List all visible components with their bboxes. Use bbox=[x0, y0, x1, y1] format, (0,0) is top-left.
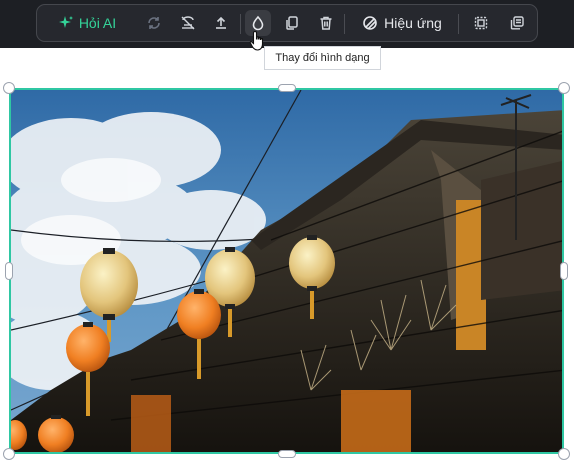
duplicate-button[interactable] bbox=[279, 10, 305, 36]
ask-ai-button[interactable]: Hỏi AI bbox=[51, 10, 123, 36]
toolbar-separator bbox=[240, 14, 241, 34]
image-toolbar: Hỏi AI Hiệu ứng bbox=[36, 4, 538, 42]
delete-button[interactable] bbox=[313, 10, 339, 36]
effects-icon bbox=[362, 15, 378, 31]
resize-handle-top[interactable] bbox=[278, 84, 296, 92]
resize-handle-bottom[interactable] bbox=[278, 450, 296, 458]
hand-cursor-icon bbox=[249, 30, 267, 57]
remove-background-button[interactable] bbox=[175, 10, 201, 36]
selected-image[interactable] bbox=[9, 88, 564, 454]
ask-ai-label: Hỏi AI bbox=[78, 15, 117, 31]
toolbar-separator bbox=[344, 14, 345, 34]
sparkle-icon bbox=[58, 15, 74, 31]
crop-button[interactable] bbox=[468, 10, 494, 36]
resize-handle-right[interactable] bbox=[560, 262, 568, 280]
regenerate-icon bbox=[146, 15, 162, 31]
resize-handle-bottom-right[interactable] bbox=[558, 448, 570, 460]
effects-label: Hiệu ứng bbox=[384, 15, 442, 31]
remove-background-icon bbox=[180, 15, 196, 31]
layer-icon bbox=[509, 15, 525, 31]
regenerate-button[interactable] bbox=[141, 10, 167, 36]
upload-icon bbox=[213, 15, 229, 31]
effects-button[interactable]: Hiệu ứng bbox=[355, 10, 449, 36]
upload-button[interactable] bbox=[208, 10, 234, 36]
resize-handle-top-right[interactable] bbox=[558, 82, 570, 94]
crop-icon bbox=[473, 15, 489, 31]
resize-handle-bottom-left[interactable] bbox=[3, 448, 15, 460]
layer-button[interactable] bbox=[504, 10, 530, 36]
delete-icon bbox=[318, 15, 334, 31]
duplicate-icon bbox=[284, 15, 300, 31]
toolbar-separator bbox=[458, 14, 459, 34]
shape-drop-icon bbox=[250, 15, 266, 31]
resize-handle-top-left[interactable] bbox=[3, 82, 15, 94]
resize-handle-left[interactable] bbox=[5, 262, 13, 280]
tooltip: Thay đổi hình dạng bbox=[264, 46, 381, 70]
